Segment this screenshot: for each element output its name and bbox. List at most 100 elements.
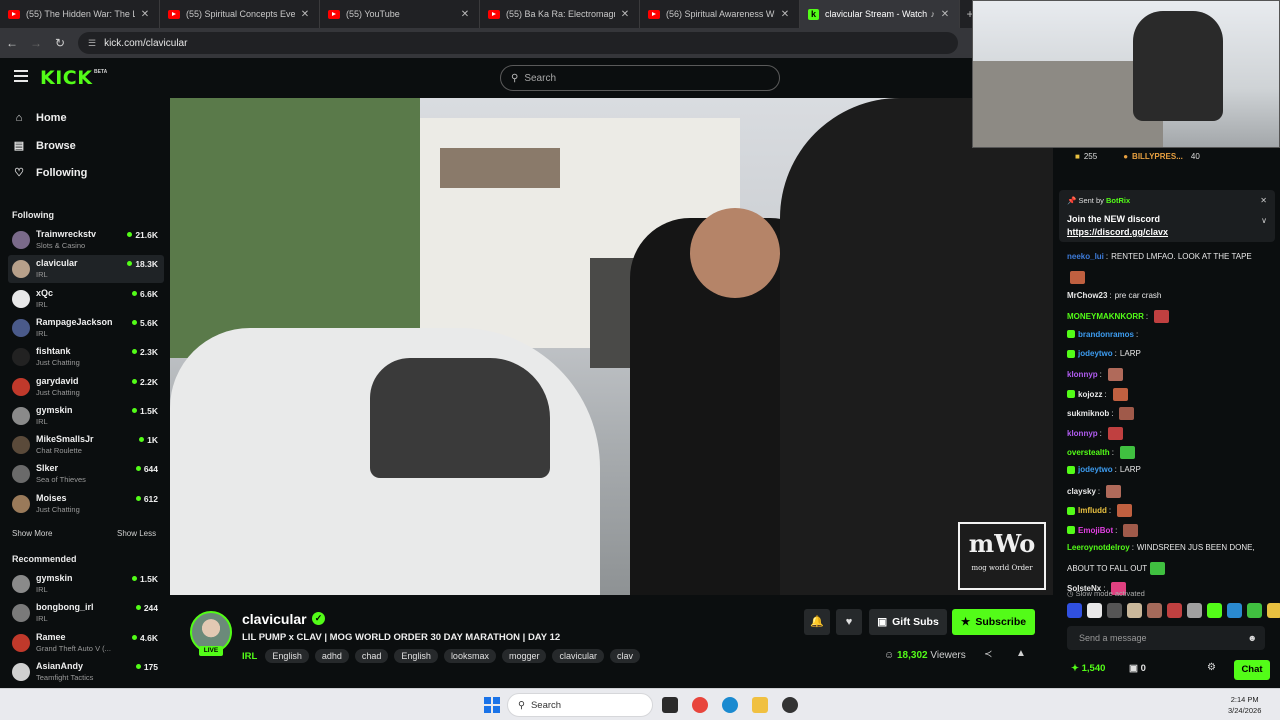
category-link[interactable]: IRL [242,651,257,662]
gear-icon[interactable]: ⚙ [1207,662,1216,673]
chrome-icon[interactable] [692,697,708,713]
sidebar-channel[interactable]: xQc IRL 6.6K [8,285,164,313]
chat-username[interactable]: kojozz [1078,390,1102,399]
channel-points[interactable]: ✦ 1,540 [1071,663,1105,674]
emote-icon[interactable] [1087,603,1102,618]
menu-icon[interactable] [14,70,28,82]
browser-tab[interactable]: (56) Spiritual Awareness Will Ru ✕ [640,0,800,28]
pinned-message[interactable]: 📌 Sent by BotRix Join the NEW discord ht… [1059,190,1275,242]
chat-message[interactable]: klonnyp: [1067,368,1123,382]
emote-icon[interactable] [1227,603,1242,618]
audio-playing-icon[interactable]: ♪ [931,9,936,19]
emote-icon[interactable] [1127,603,1142,618]
stream-tag[interactable]: chad [354,649,389,663]
stream-tag[interactable]: clav [609,649,640,663]
emote-icon[interactable] [1247,603,1262,618]
emote-icon[interactable] [1267,603,1280,618]
sidebar-channel[interactable]: fishtank Just Chatting 2.3K [8,343,164,371]
chat-message[interactable]: ABOUT TO FALL OUT [1067,562,1166,576]
chat-username[interactable]: jodeytwo [1078,349,1113,358]
chat-message[interactable] [1067,271,1085,285]
forward-icon[interactable]: → [24,36,48,50]
chat-username[interactable]: claysky [1067,487,1096,496]
chat-username[interactable]: EmojiBot [1078,526,1113,535]
chevron-down-icon[interactable]: ∨ [1261,216,1267,225]
chat-message[interactable]: neeko_lui: RENTED LMFAO. LOOK AT THE TAPE [1067,252,1252,261]
sidebar-item-home[interactable]: ⌂ Home [12,112,67,124]
search-input[interactable]: ⚲ Search [500,65,780,91]
notification-bell-button[interactable]: 🔔 [804,609,830,635]
sidebar-channel[interactable]: clavicular IRL 18.3K [8,255,164,284]
emoji-icon[interactable]: ☻ [1248,626,1257,650]
sidebar-channel[interactable]: Trainwreckstv Slots & Casino 21.6K [8,226,164,254]
show-more-link[interactable]: Show More [12,529,52,538]
app-icon[interactable] [782,697,798,713]
report-icon[interactable]: ▲ [1016,648,1026,659]
browser-tab[interactable]: (55) Ba Ka Ra: Electromagnetic ✕ [480,0,640,28]
pinned-link[interactable]: https://discord.gg/clavx [1067,227,1168,237]
chat-username[interactable]: Leeroynotdelroy [1067,543,1130,552]
emote-icon[interactable] [1067,603,1082,618]
sidebar-channel[interactable]: garydavid Just Chatting 2.2K [8,373,164,401]
chat-username[interactable]: lmfludd [1078,506,1107,515]
emote-icon[interactable] [1107,603,1122,618]
sidebar-channel[interactable]: gymskin IRL 1.5K [8,402,164,430]
reload-icon[interactable]: ↻ [48,36,72,50]
sidebar-item-following[interactable]: ♡ Following [12,166,87,180]
chat-input[interactable]: Send a message ☻ [1067,626,1265,650]
edge-icon[interactable] [722,697,738,713]
chat-message[interactable]: kojozz: [1067,387,1128,401]
chat-username[interactable]: jodeytwo [1078,465,1113,474]
subscribe-button[interactable]: ★ Subscribe [952,609,1035,635]
unpin-icon[interactable]: ✕ [1260,196,1267,205]
emote-icon[interactable] [1147,603,1162,618]
sidebar-channel[interactable]: gymskin IRL 1.5K [8,570,164,598]
chat-username[interactable]: MONEYMAKNKORR [1067,312,1144,321]
sidebar-channel[interactable]: bongbong_irl IRL 244 [8,599,164,627]
emote-icon[interactable] [1167,603,1182,618]
gift-subs-button[interactable]: ▣ Gift Subs [869,609,947,635]
stream-tag[interactable]: clavicular [552,649,604,663]
chat-message[interactable]: MrChow23: pre car crash [1067,291,1161,300]
stream-tag[interactable]: looksmax [443,649,496,663]
chat-message[interactable]: jodeytwo: LARP [1067,349,1141,358]
system-clock[interactable]: 2:14 PM 3/24/2026 [1228,694,1261,716]
browser-tab[interactable]: k clavicular Stream - Watch Li ♪ ✕ [800,0,960,28]
close-tab-icon[interactable]: ✕ [459,9,471,20]
show-less-link[interactable]: Show Less [117,529,156,538]
kick-logo[interactable]: KICK [40,67,92,89]
chat-username[interactable]: MrChow23 [1067,291,1107,300]
chat-message[interactable]: Leeroynotdelroy: WINDSREEN JUS BEEN DONE, [1067,543,1255,552]
sidebar-channel[interactable]: Moises Just Chatting 612 [8,490,164,518]
chat-message[interactable]: overstealth: [1067,446,1135,459]
chat-username[interactable]: neeko_lui [1067,252,1104,261]
chat-message[interactable]: sukmiknob: [1067,407,1135,421]
chat-message[interactable]: claysky: [1067,484,1122,498]
stream-tag[interactable]: English [265,649,309,663]
browser-tab[interactable]: (55) Spiritual Concepts Everyone ✕ [160,0,320,28]
video-player[interactable]: mWo mog world Order [170,98,1053,595]
close-tab-icon[interactable]: ✕ [139,9,151,20]
close-tab-icon[interactable]: ✕ [779,9,791,20]
stream-tag[interactable]: mogger [501,649,547,663]
task-view-icon[interactable] [662,697,678,713]
stream-tag[interactable]: adhd [314,649,349,663]
file-explorer-icon[interactable] [752,697,768,713]
follow-button[interactable]: ♥ [836,609,862,635]
chat-message[interactable]: klonnyp: [1067,426,1123,440]
sidebar-channel[interactable]: RampageJackson IRL 5.6K [8,314,164,342]
site-info-icon[interactable]: ☰ [88,38,96,49]
chat-message[interactable]: brandonramos: [1067,330,1141,339]
windows-start-icon[interactable] [484,697,500,713]
close-tab-icon[interactable]: ✕ [939,9,951,20]
chat-message[interactable]: EmojiBot: [1067,523,1139,537]
sidebar-channel[interactable]: Slker Sea of Thieves 644 [8,460,164,488]
sidebar-channel[interactable]: MikeSmallsJr Chat Roulette 1K [8,431,164,459]
browser-tab[interactable]: (55) YouTube ✕ [320,0,480,28]
sidebar-channel[interactable]: AsianAndy Teamfight Tactics 175 [8,658,164,686]
browser-tab[interactable]: (55) The Hidden War: The Loos ✕ [0,0,160,28]
chat-message[interactable]: MONEYMAKNKORR: [1067,310,1170,324]
sidebar-item-browse[interactable]: ▤ Browse [12,139,76,153]
chat-username[interactable]: klonnyp [1067,370,1098,379]
close-tab-icon[interactable]: ✕ [619,9,631,20]
